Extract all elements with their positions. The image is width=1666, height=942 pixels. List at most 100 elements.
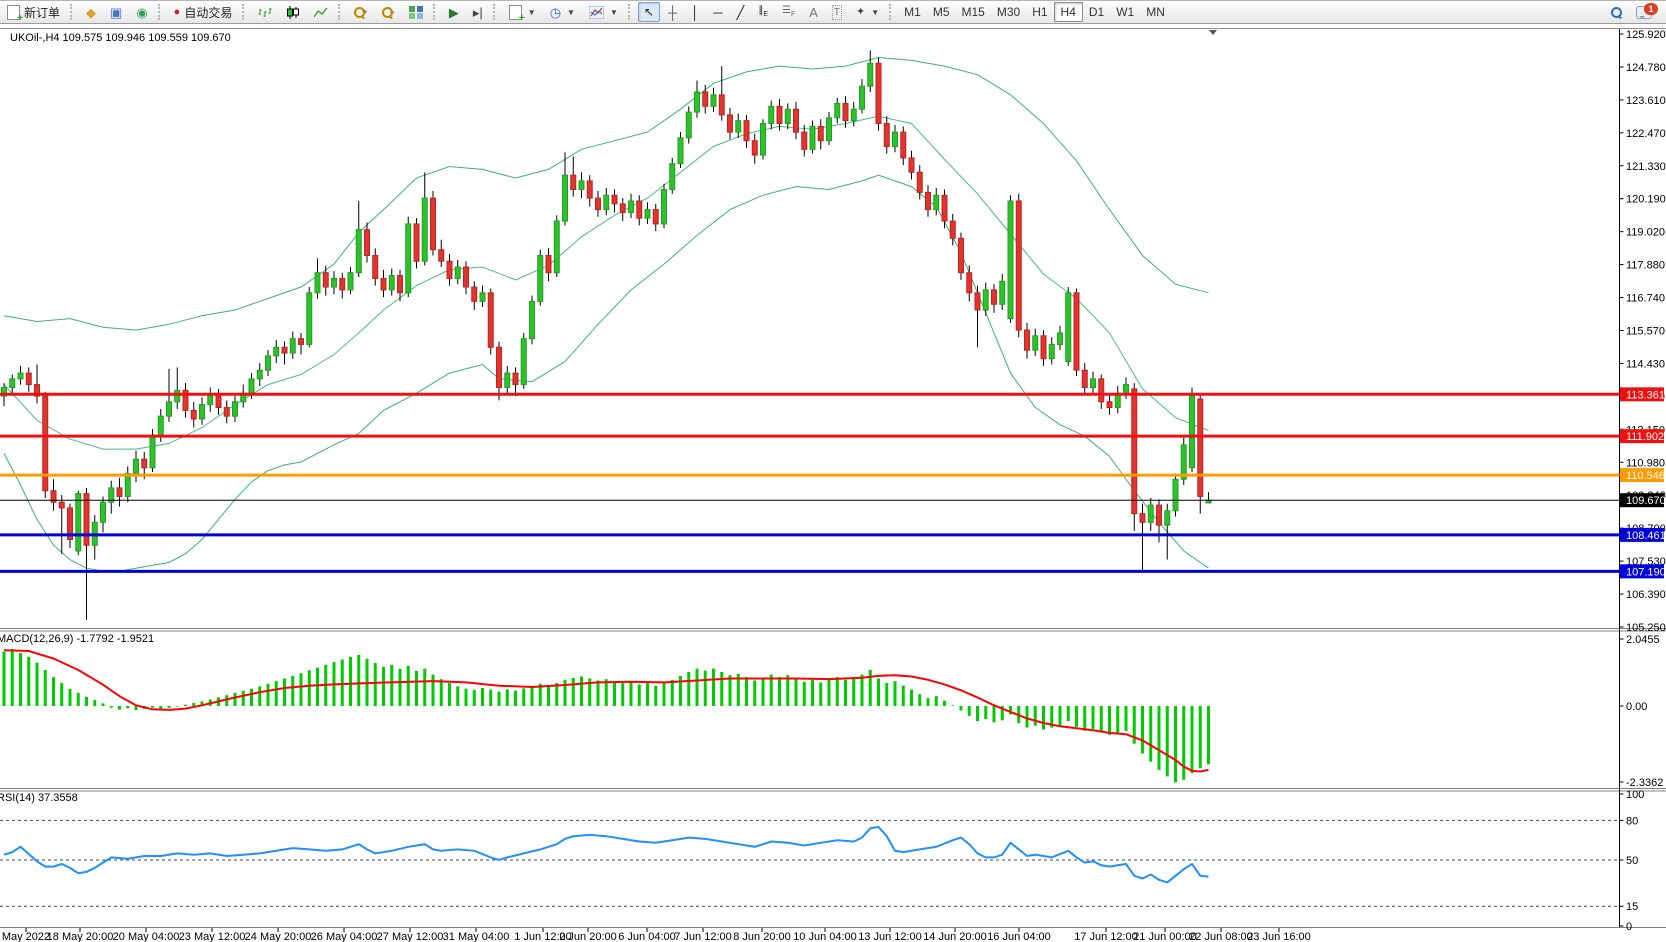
candle <box>389 276 394 290</box>
time-axis-label: 18 May 20:00 <box>47 931 114 942</box>
crosshair-tool-button[interactable]: ┼ <box>662 2 683 22</box>
line-chart-button[interactable] <box>308 2 334 22</box>
candle <box>934 195 939 209</box>
candle <box>975 293 980 310</box>
indicators-button[interactable]: ▼ <box>583 2 624 22</box>
timeframe-d1-button[interactable]: D1 <box>1083 3 1110 21</box>
trendline-tool-button[interactable]: ╱ <box>731 2 751 22</box>
macd-axis-label: 2.0455 <box>1626 634 1660 646</box>
price-axis-label: 125.920 <box>1626 29 1666 41</box>
channel-tool-button[interactable]: ∥E <box>752 2 774 22</box>
candle <box>719 95 724 115</box>
candle <box>381 278 386 289</box>
bar-chart-button[interactable] <box>252 2 278 22</box>
timeframe-m15-button[interactable]: M15 <box>956 3 991 21</box>
new-order-button[interactable]: 新订单 <box>1 2 66 22</box>
signals-button[interactable]: ◉ <box>130 2 153 22</box>
time-axis-label: 31 May 04:00 <box>443 931 510 942</box>
chart-shift-button[interactable]: ▸| <box>467 2 489 22</box>
market-button[interactable]: ◆ <box>80 2 102 22</box>
zoom-in-icon <box>354 7 365 18</box>
chat-icon[interactable]: 1 <box>1636 6 1652 19</box>
candle <box>431 198 436 250</box>
candle <box>406 224 411 293</box>
timeframe-w1-button[interactable]: W1 <box>1110 3 1140 21</box>
candle <box>472 287 477 301</box>
candle <box>629 201 634 212</box>
toolbar-separator <box>70 4 76 20</box>
candle <box>818 126 823 140</box>
candle <box>950 221 955 238</box>
price-axis-label: 116.740 <box>1626 293 1665 305</box>
autotrading-button[interactable]: ● 自动交易 <box>168 2 239 22</box>
candle <box>505 373 510 387</box>
candle <box>315 273 320 293</box>
candle <box>711 95 716 106</box>
notification-badge: 1 <box>1644 3 1658 15</box>
timeframe-mn-button[interactable]: MN <box>1140 3 1171 21</box>
fibonacci-tool-button[interactable]: ☰F <box>776 2 801 22</box>
text-tool-button[interactable]: A <box>803 2 824 22</box>
price-axis-label: 105.250 <box>1626 622 1666 634</box>
arrows-tool-button[interactable]: ✦▼ <box>850 2 885 22</box>
chart-canvas[interactable]: 125.920124.780123.610122.470121.330120.1… <box>0 1 1666 942</box>
new-chart-button[interactable]: ▼ <box>503 2 542 22</box>
candle <box>125 474 130 497</box>
candle <box>158 416 163 436</box>
horizontal-line-objects[interactable] <box>0 394 1620 571</box>
chevron-down-icon: ▼ <box>871 8 879 17</box>
candle <box>604 195 609 209</box>
candle <box>1091 379 1096 388</box>
candle <box>554 221 559 273</box>
cursor-tool-button[interactable]: ↖ <box>638 2 660 22</box>
candle <box>728 115 733 132</box>
macd-indicator-label: MACD(12,26,9) -1.7792 -1.9521 <box>0 633 154 645</box>
candle <box>1157 505 1162 525</box>
candle <box>1165 511 1170 525</box>
timeframe-m30-button[interactable]: M30 <box>991 3 1026 21</box>
candle <box>266 356 271 370</box>
candle <box>901 132 906 158</box>
candle <box>703 92 708 106</box>
candle <box>1033 336 1038 350</box>
candlestick-chart-button[interactable] <box>280 2 306 22</box>
order-group: 新订单 <box>0 1 67 23</box>
timeframe-h4-button[interactable]: H4 <box>1054 2 1083 22</box>
text-label-icon: T <box>832 5 842 20</box>
candle <box>1008 201 1013 319</box>
candle <box>1173 479 1178 511</box>
zoom-out-button[interactable]: − <box>376 2 401 22</box>
fibonacci-icon: ☰F <box>782 4 795 21</box>
candle <box>917 172 922 192</box>
profiles-button[interactable]: ◷▼ <box>544 2 581 22</box>
hosting-button[interactable]: ▣ <box>104 2 128 22</box>
candle <box>1124 385 1129 394</box>
tile-windows-button[interactable] <box>403 2 429 22</box>
zoom-in-button[interactable]: + <box>348 2 373 22</box>
text-label-tool-button[interactable]: T <box>826 2 848 22</box>
rsi-axis[interactable] <box>1620 794 1624 926</box>
price-axis-label: 114.430 <box>1626 358 1665 370</box>
candle <box>686 112 691 138</box>
search-icon[interactable] <box>1611 7 1622 18</box>
chart-shift-marker[interactable] <box>1209 30 1217 35</box>
toolbar-separator <box>158 4 164 20</box>
candle <box>777 106 782 123</box>
candle <box>579 181 584 190</box>
candle <box>1107 402 1112 408</box>
candle <box>290 339 295 353</box>
price-axis-label: 119.020 <box>1626 227 1665 239</box>
candle <box>860 86 865 109</box>
time-axis-label: 24 May 20:00 <box>245 931 312 942</box>
macd-axis[interactable] <box>1620 639 1624 782</box>
horizontal-line-tool-button[interactable]: ─ <box>707 2 728 22</box>
macd-histogram <box>4 649 1209 782</box>
timeframe-h1-button[interactable]: H1 <box>1026 3 1053 21</box>
arrow-objects-icon: ✦ <box>856 6 865 19</box>
timeframe-m1-button[interactable]: M1 <box>898 3 927 21</box>
timeframe-m5-button[interactable]: M5 <box>927 3 956 21</box>
candle <box>439 250 444 261</box>
auto-scroll-button[interactable]: ▶ <box>443 2 465 22</box>
rsi-axis-label: 0 <box>1626 921 1632 933</box>
vertical-line-tool-button[interactable]: │ <box>685 2 705 22</box>
